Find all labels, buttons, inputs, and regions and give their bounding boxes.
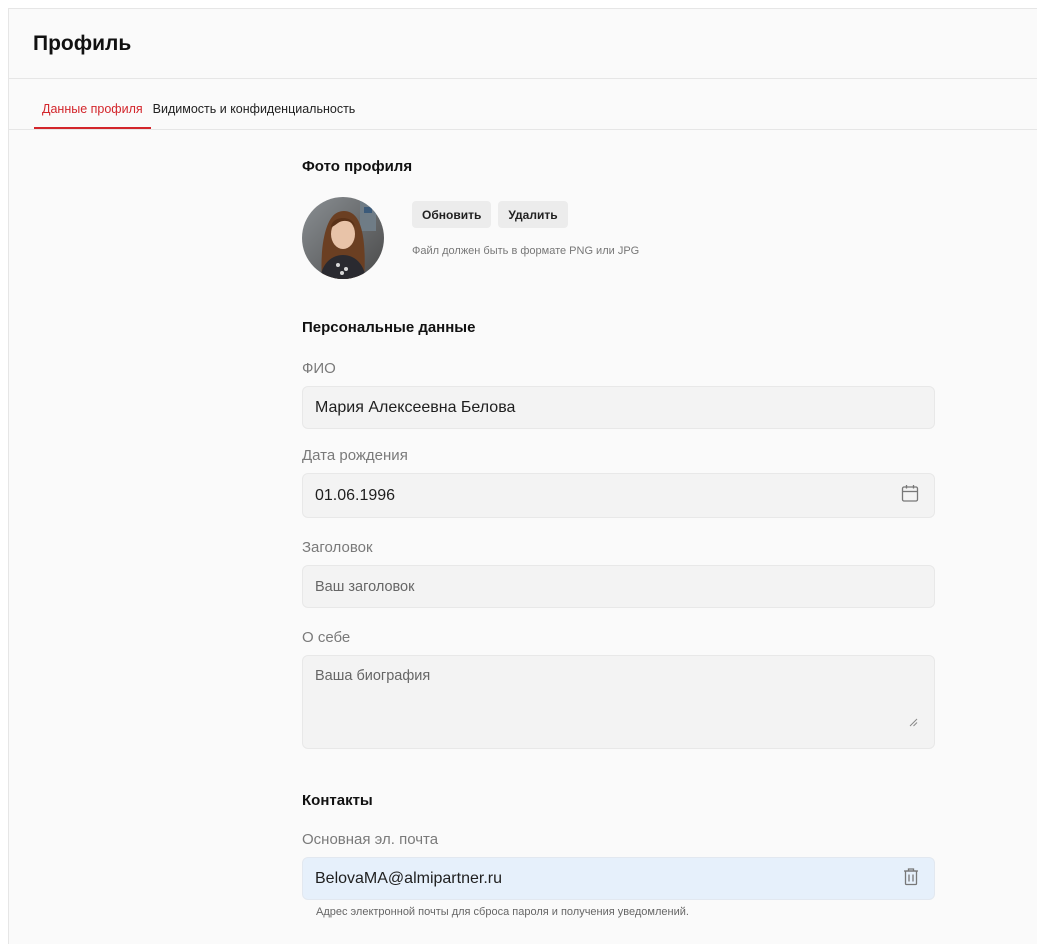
email-value: BelovaMA@almipartner.ru [315, 869, 502, 887]
delete-photo-button[interactable]: Удалить [498, 201, 568, 228]
email-hint: Адрес электронной почты для сброса парол… [316, 906, 689, 918]
page-header: Профиль [9, 9, 1037, 79]
about-textarea[interactable]: Ваша биография [302, 655, 935, 749]
fio-field[interactable]: Мария Алексеевна Белова [302, 386, 935, 429]
about-label: О себе [302, 629, 351, 646]
photo-buttons: Обновить Удалить [412, 201, 639, 228]
birth-date-field[interactable]: 01.06.1996 [302, 473, 935, 518]
tab-bar: Данные профиля Видимость и конфиденциаль… [9, 79, 1037, 130]
profile-form: Фото профиля Обновить Удалить Файл долже… [302, 158, 935, 918]
tab-profile-data[interactable]: Данные профиля [34, 102, 151, 129]
photo-section-title: Фото профиля [302, 158, 413, 175]
trash-icon[interactable] [902, 866, 920, 891]
headline-field[interactable]: Ваш заголовок [302, 565, 935, 608]
personal-section-title: Персональные данные [302, 319, 476, 336]
fio-label: ФИО [302, 360, 336, 377]
birth-date-label: Дата рождения [302, 447, 408, 464]
resize-handle-icon[interactable] [909, 714, 918, 732]
contacts-section-title: Контакты [302, 792, 373, 809]
photo-actions: Обновить Удалить Файл должен быть в форм… [412, 201, 639, 279]
about-placeholder: Ваша биография [315, 668, 431, 684]
tab-visibility-privacy[interactable]: Видимость и конфиденциальность [151, 102, 364, 129]
update-photo-button[interactable]: Обновить [412, 201, 492, 228]
avatar [302, 197, 384, 279]
headline-label: Заголовок [302, 539, 373, 556]
email-label: Основная эл. почта [302, 831, 439, 848]
birth-date-value: 01.06.1996 [315, 486, 396, 504]
fio-value: Мария Алексеевна Белова [315, 398, 516, 416]
page-title: Профиль [33, 31, 132, 55]
calendar-icon[interactable] [900, 483, 920, 508]
profile-page: Профиль Данные профиля Видимость и конфи… [8, 8, 1037, 944]
email-field[interactable]: BelovaMA@almipartner.ru [302, 857, 935, 900]
headline-placeholder: Ваш заголовок [315, 578, 415, 595]
photo-row: Обновить Удалить Файл должен быть в форм… [302, 197, 935, 279]
photo-format-hint: Файл должен быть в формате PNG или JPG [412, 245, 640, 257]
